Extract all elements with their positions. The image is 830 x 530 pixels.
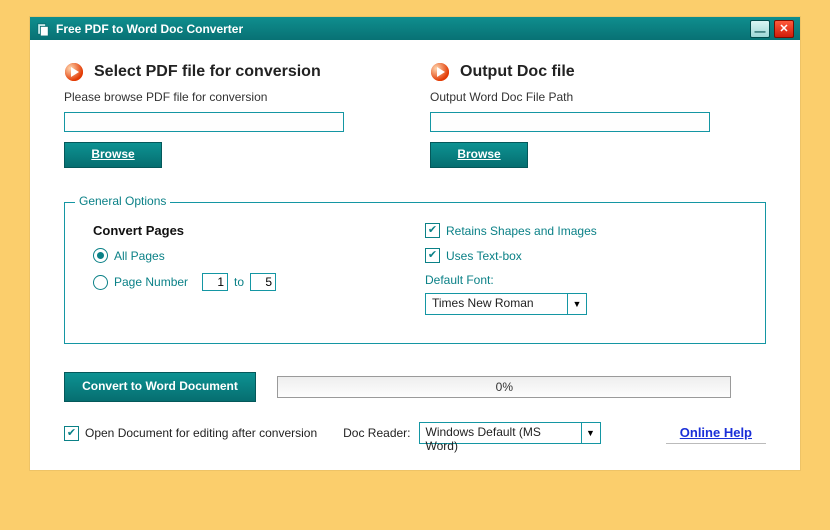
uses-textbox-label: Uses Text-box: [446, 249, 522, 263]
convert-pages-title: Convert Pages: [93, 223, 405, 238]
default-font-value: Times New Roman: [426, 294, 567, 314]
output-doc-section: Output Doc file Output Word Doc File Pat…: [430, 62, 766, 168]
convert-button[interactable]: Convert to Word Document: [64, 372, 256, 402]
output-heading: Output Doc file: [460, 63, 575, 81]
minimize-button[interactable]: —: [750, 20, 770, 38]
all-pages-label: All Pages: [114, 249, 165, 263]
doc-reader-select[interactable]: Windows Default (MS Word) ▼: [419, 422, 601, 444]
app-icon: [36, 22, 50, 36]
window-title: Free PDF to Word Doc Converter: [56, 22, 243, 36]
app-window: Free PDF to Word Doc Converter — ✕ Selec…: [30, 17, 800, 470]
options-legend: General Options: [75, 194, 170, 208]
progress-bar: 0%: [277, 376, 731, 398]
default-font-select[interactable]: Times New Roman ▼: [425, 293, 587, 315]
to-label: to: [234, 275, 244, 289]
page-from-input[interactable]: [202, 273, 228, 291]
online-help-link[interactable]: Online Help: [666, 423, 766, 444]
title-bar: Free PDF to Word Doc Converter — ✕: [30, 17, 800, 40]
arrow-icon: [430, 62, 450, 82]
doc-reader-label: Doc Reader:: [343, 426, 410, 440]
arrow-icon: [64, 62, 84, 82]
page-number-radio[interactable]: [93, 275, 108, 290]
doc-reader-value: Windows Default (MS Word): [420, 423, 581, 443]
doc-path-input[interactable]: [430, 112, 710, 132]
output-subtext: Output Word Doc File Path: [430, 90, 766, 104]
browse-doc-button[interactable]: Browse: [430, 142, 528, 168]
pages-column: Convert Pages All Pages Page Number to: [83, 217, 415, 321]
retains-shapes-checkbox[interactable]: [425, 223, 440, 238]
default-font-label: Default Font:: [425, 273, 737, 287]
retains-shapes-label: Retains Shapes and Images: [446, 224, 597, 238]
right-options-column: Retains Shapes and Images Uses Text-box …: [415, 217, 747, 321]
general-options-group: General Options Convert Pages All Pages …: [64, 202, 766, 344]
close-button[interactable]: ✕: [774, 20, 794, 38]
all-pages-radio[interactable]: [93, 248, 108, 263]
content-area: Select PDF file for conversion Please br…: [30, 40, 800, 470]
uses-textbox-checkbox[interactable]: [425, 248, 440, 263]
input-heading: Select PDF file for conversion: [94, 63, 321, 81]
browse-pdf-button[interactable]: Browse: [64, 142, 162, 168]
page-number-label: Page Number: [114, 275, 188, 289]
page-to-input[interactable]: [250, 273, 276, 291]
input-pdf-section: Select PDF file for conversion Please br…: [64, 62, 400, 168]
input-subtext: Please browse PDF file for conversion: [64, 90, 400, 104]
open-after-checkbox[interactable]: [64, 426, 79, 441]
chevron-down-icon[interactable]: ▼: [567, 294, 586, 314]
chevron-down-icon[interactable]: ▼: [581, 423, 600, 443]
open-after-label: Open Document for editing after conversi…: [85, 426, 317, 440]
pdf-path-input[interactable]: [64, 112, 344, 132]
